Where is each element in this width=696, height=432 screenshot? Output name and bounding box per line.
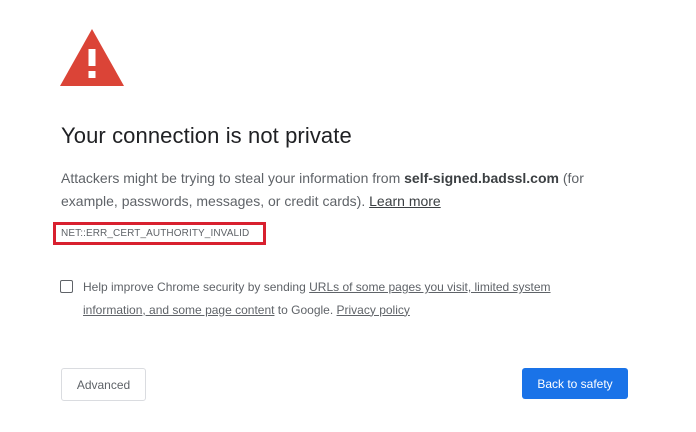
warning-triangle-icon [60, 29, 124, 86]
opt-in-checkbox[interactable] [60, 280, 73, 293]
opt-in-prefix: Help improve Chrome security by sending [83, 280, 310, 294]
description-prefix: Attackers might be trying to steal your … [61, 170, 405, 186]
page-title: Your connection is not private [61, 123, 352, 148]
site-hostname: self-signed.badssl.com [404, 170, 559, 186]
opt-in-middle: to Google. [274, 302, 337, 317]
advanced-button[interactable]: Advanced [61, 368, 146, 401]
privacy-policy-link[interactable]: Privacy policy [337, 303, 410, 317]
opt-in-text: Help improve Chrome security by sending … [83, 276, 583, 321]
learn-more-link[interactable]: Learn more [369, 193, 441, 209]
error-code[interactable]: NET::ERR_CERT_AUTHORITY_INVALID [61, 228, 249, 239]
privacy-error-page: Your connection is not private Attackers… [0, 0, 696, 432]
back-to-safety-button[interactable]: Back to safety [522, 368, 628, 399]
error-description: Attackers might be trying to steal your … [61, 167, 621, 212]
